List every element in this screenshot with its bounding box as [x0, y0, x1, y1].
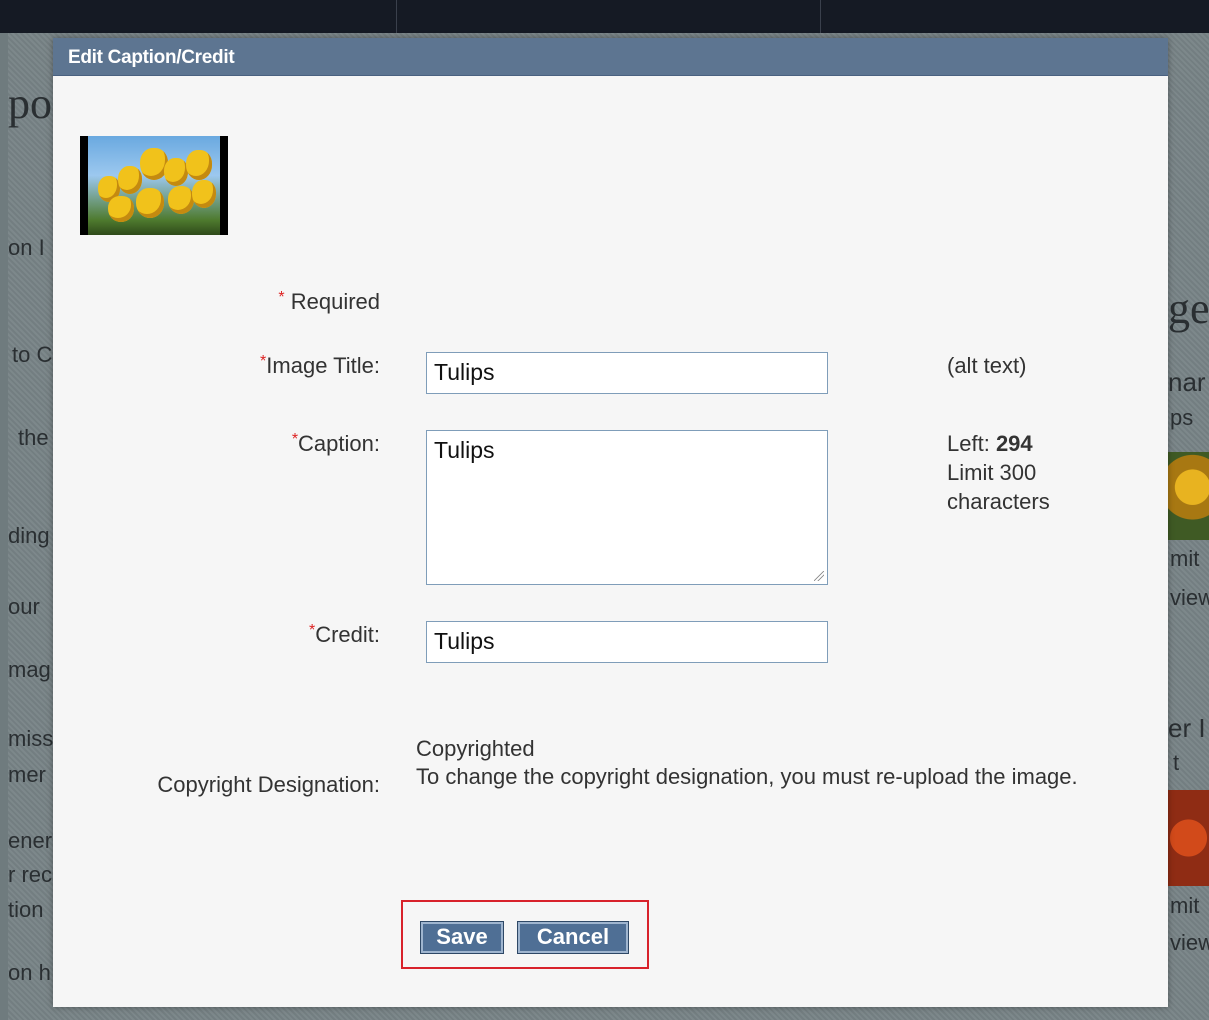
dialog-title: Edit Caption/Credit [68, 47, 235, 68]
nav-divider [396, 0, 397, 33]
image-title-input[interactable]: Tulips [426, 352, 828, 394]
background-text: to C [12, 342, 53, 367]
alt-text-hint: (alt text) [947, 353, 1027, 378]
background-text: nar [1168, 367, 1206, 397]
required-note: * Required [278, 289, 380, 315]
character-counter: Left: 294 Limit 300 characters [947, 429, 1050, 516]
background-text: our [8, 594, 40, 619]
background-text: ding [8, 523, 50, 548]
background-text: er I [1168, 713, 1206, 743]
resize-handle-icon[interactable] [814, 571, 824, 581]
credit-label-text: Credit: [315, 622, 380, 647]
background-text: r rec [8, 862, 52, 887]
background-text: ps [1170, 405, 1194, 430]
background-text: on I [8, 235, 45, 260]
limit-text: Limit 300 [947, 460, 1037, 485]
required-note-label: Required [290, 289, 380, 314]
background-text: on h [8, 960, 51, 985]
copyright-value: Copyrighted [416, 736, 535, 761]
left-count: 294 [995, 431, 1033, 456]
background-text: mit [1170, 893, 1200, 918]
background-text: mit [1170, 546, 1200, 571]
top-navigation-bar [0, 0, 1209, 33]
dialog-header: Edit Caption/Credit [53, 38, 1168, 76]
background-heading: po [8, 79, 52, 128]
edit-caption-dialog: Edit Caption/Credit * Required *Image Ti… [53, 38, 1168, 1007]
image-title-label-text: Image Title: [266, 353, 380, 378]
caption-textarea[interactable]: Tulips [426, 430, 828, 585]
background-text: view [1170, 930, 1209, 955]
tulips-image [88, 136, 220, 235]
cancel-button[interactable]: Cancel [517, 921, 629, 954]
copyright-note: To change the copyright designation, you… [416, 764, 1078, 789]
background-text: mer [8, 762, 46, 787]
copyright-label: Copyright Designation: [157, 772, 380, 797]
left-label: Left: [947, 431, 990, 456]
background-heading: ge [1168, 284, 1209, 333]
background-text: the [18, 425, 49, 450]
background-text: tion [8, 897, 44, 922]
background-text: ener [8, 828, 53, 853]
credit-input[interactable]: Tulips [426, 621, 828, 663]
copyright-info: Copyrighted To change the copyright desi… [416, 735, 1136, 791]
background-thumbnail [1168, 790, 1209, 886]
image-title-label: *Image Title: [260, 353, 380, 379]
button-highlight-box: Save Cancel [401, 900, 649, 969]
caption-label: *Caption: [292, 431, 380, 457]
save-button[interactable]: Save [420, 921, 504, 954]
nav-divider [820, 0, 821, 33]
background-thumbnail [1168, 452, 1209, 540]
background-text: miss [8, 726, 54, 751]
required-asterisk: * [278, 289, 285, 306]
caption-label-text: Caption: [298, 431, 380, 456]
caption-value: Tulips [434, 437, 495, 463]
image-thumbnail [80, 136, 228, 235]
background-text: t [1173, 750, 1180, 775]
credit-label: *Credit: [309, 622, 380, 648]
background-text: mag [8, 657, 51, 682]
limit-unit-text: characters [947, 489, 1050, 514]
background-text: view [1170, 585, 1209, 610]
